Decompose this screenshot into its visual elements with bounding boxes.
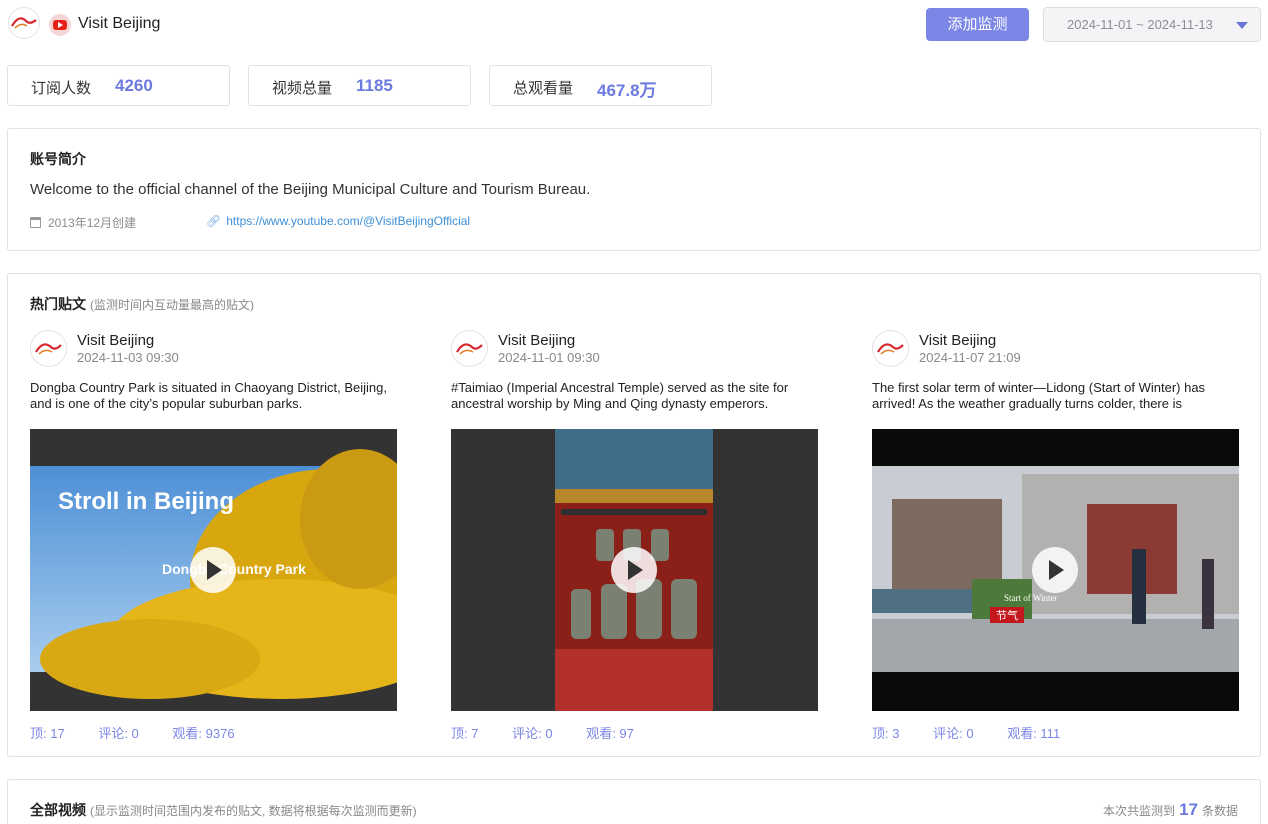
video-thumbnail[interactable]: Start of Winter 节气	[872, 429, 1239, 711]
stat-label: 总观看量	[513, 80, 574, 97]
stat-subscribers: 订阅人数 4260	[7, 65, 230, 106]
play-icon[interactable]	[1032, 547, 1078, 593]
calendar-icon	[30, 217, 41, 228]
post-stats: 顶: 17 评论: 0 观看: 9376	[30, 723, 265, 742]
post-author: Visit Beijing	[77, 332, 155, 349]
profile-title: 账号简介	[30, 151, 86, 167]
channel-name: Visit Beijing	[78, 15, 161, 32]
stat-value: 1185	[356, 76, 393, 95]
all-videos-card: 全部视频 (显示监测时间范围内发布的贴文, 数据将根据每次监测而更新) 本次共监测…	[7, 779, 1261, 824]
comments-count: 评论: 0	[512, 726, 553, 741]
likes-count: 顶: 7	[451, 726, 479, 741]
hot-posts-title: 热门贴文 (监测时间内互动量最高的贴文)	[30, 296, 254, 312]
post-text: Dongba Country Park is situated in Chaoy…	[30, 380, 387, 411]
top-header: Visit Beijing 添加监测 2024-11-01 ~ 2024-11-…	[0, 0, 1268, 50]
views-count: 观看: 111	[1007, 726, 1061, 741]
stat-views: 总观看量 467.8万	[489, 65, 712, 106]
post-time: 2024-11-07 21:09	[919, 350, 1021, 365]
post-time: 2024-11-01 09:30	[498, 350, 600, 365]
stat-label: 视频总量	[272, 80, 333, 97]
date-range-value: 2024-11-01 ~ 2024-11-13	[1067, 17, 1213, 32]
stat-videos: 视频总量 1185	[248, 65, 471, 106]
add-monitor-button[interactable]: 添加监测	[926, 8, 1029, 41]
post-time: 2024-11-03 09:30	[77, 350, 179, 365]
profile-description: Welcome to the official channel of the B…	[30, 181, 591, 198]
views-count: 观看: 97	[586, 726, 634, 741]
avatar	[872, 330, 909, 367]
channel-logo[interactable]	[8, 7, 40, 39]
hot-posts-subtitle: (监测时间内互动量最高的贴文)	[90, 298, 254, 312]
avatar	[451, 330, 488, 367]
profile-card: 账号简介 Welcome to the official channel of …	[7, 128, 1261, 251]
channel-url-link[interactable]: 🔗︎ https://www.youtube.com/@VisitBeijingO…	[206, 214, 470, 228]
created-date: 2013年12月创建	[30, 214, 136, 231]
post-author: Visit Beijing	[919, 332, 997, 349]
likes-count: 顶: 17	[30, 726, 65, 741]
stat-label: 订阅人数	[31, 80, 92, 97]
caret-down-icon	[1236, 22, 1248, 29]
play-icon[interactable]	[190, 547, 236, 593]
post-stats: 顶: 7 评论: 0 观看: 97	[451, 723, 664, 742]
stat-value: 467.8万	[597, 81, 657, 100]
post-author: Visit Beijing	[498, 332, 576, 349]
total-count: 本次共监测到 17 条数据	[1103, 800, 1238, 819]
comments-count: 评论: 0	[933, 726, 974, 741]
thumb-tag: 节气	[996, 608, 1018, 622]
views-count: 观看: 9376	[172, 726, 235, 741]
video-thumbnail[interactable]	[451, 429, 818, 711]
likes-count: 顶: 3	[872, 726, 900, 741]
link-icon: 🔗︎	[206, 214, 222, 228]
total-count-value: 17	[1179, 800, 1198, 819]
stat-value: 4260	[115, 76, 153, 95]
play-icon[interactable]	[611, 547, 657, 593]
avatar	[30, 330, 67, 367]
comments-count: 评论: 0	[98, 726, 139, 741]
hot-posts-card: 热门贴文 (监测时间内互动量最高的贴文) Visit Beijing 2024-1…	[7, 273, 1261, 757]
thumb-title-line: Stroll in Beijing	[58, 488, 234, 515]
youtube-icon	[49, 14, 71, 36]
all-videos-title: 全部视频 (显示监测时间范围内发布的贴文, 数据将根据每次监测而更新)	[30, 802, 417, 818]
thumb-caption: Start of Winter	[1004, 593, 1057, 603]
date-range-select[interactable]: 2024-11-01 ~ 2024-11-13	[1043, 7, 1261, 42]
video-thumbnail[interactable]: Stroll in Beijing Dongba Country Park	[30, 429, 397, 711]
post-text: #Taimiao (Imperial Ancestral Temple) ser…	[451, 380, 789, 411]
all-videos-subtitle: (显示监测时间范围内发布的贴文, 数据将根据每次监测而更新)	[90, 804, 417, 818]
post-text: The first solar term of winter—Lidong (S…	[872, 380, 1206, 411]
post-stats: 顶: 3 评论: 0 观看: 111	[872, 723, 1090, 742]
